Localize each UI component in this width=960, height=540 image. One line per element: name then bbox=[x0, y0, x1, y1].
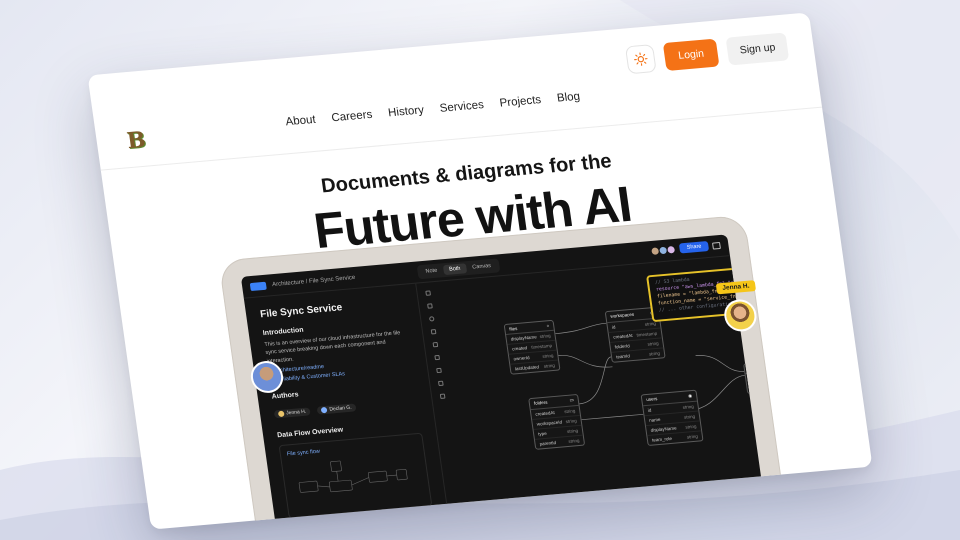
frame-tool-icon[interactable] bbox=[437, 380, 444, 387]
topbar-actions: Share bbox=[650, 240, 721, 256]
table-files[interactable]: files ○ displayName string created timestam… bbox=[503, 319, 561, 375]
tab-both[interactable]: Both bbox=[442, 263, 468, 276]
nav-link-history[interactable]: History bbox=[387, 104, 424, 119]
nav-links: About Careers History Services Projects … bbox=[285, 91, 581, 129]
ellipse-tool-icon[interactable] bbox=[428, 316, 435, 322]
tab-canvas[interactable]: Canvas bbox=[466, 261, 498, 274]
tab-note[interactable]: Note bbox=[419, 265, 444, 277]
text-tool-icon[interactable] bbox=[435, 367, 442, 374]
flow-embed[interactable]: File sync flow bbox=[278, 432, 433, 519]
device-frame: Architecture / File Sync Service Note Bo… bbox=[218, 214, 787, 530]
table-teams[interactable]: teams id name bbox=[743, 360, 767, 395]
diagram-canvas[interactable]: files ○ displayName string created timestam… bbox=[439, 256, 767, 529]
nav-actions: Login Sign up bbox=[624, 32, 790, 75]
table-header: teams bbox=[744, 361, 767, 375]
share-button[interactable]: Share bbox=[679, 241, 710, 254]
signup-button[interactable]: Sign up bbox=[725, 32, 790, 66]
nav-link-projects[interactable]: Projects bbox=[499, 94, 542, 110]
comment-icon[interactable] bbox=[711, 241, 721, 250]
author-chip[interactable]: Jenna H. bbox=[273, 407, 311, 419]
nav-link-services[interactable]: Services bbox=[439, 99, 485, 115]
login-button[interactable]: Login bbox=[662, 38, 720, 71]
rectangle-tool-icon[interactable] bbox=[426, 303, 433, 309]
browser-stage: B About Careers History Services Project… bbox=[87, 12, 873, 530]
author-name: Declan G. bbox=[329, 404, 353, 413]
table-users[interactable]: users ◉ id string name string displayName st… bbox=[640, 389, 704, 447]
author-name: Jenna H. bbox=[285, 408, 307, 417]
line-tool-icon[interactable] bbox=[432, 342, 438, 348]
theme-toggle-button[interactable] bbox=[624, 44, 657, 75]
nav-link-blog[interactable]: Blog bbox=[556, 91, 581, 105]
table-row: id bbox=[745, 371, 767, 385]
author-chip[interactable]: Declan G. bbox=[316, 403, 357, 415]
app-screen: Architecture / File Sync Service Note Bo… bbox=[240, 234, 767, 530]
nav-link-about[interactable]: About bbox=[285, 114, 317, 129]
arrow-tool-icon[interactable] bbox=[430, 329, 436, 335]
table-folders[interactable]: folders ▭ createdAt string workspaceId stri… bbox=[528, 393, 586, 450]
flow-mini-diagram bbox=[298, 460, 408, 493]
pen-tool-icon[interactable] bbox=[433, 354, 440, 361]
browser-window: B About Careers History Services Project… bbox=[87, 12, 873, 530]
breadcrumb[interactable]: Architecture / File Sync Service bbox=[272, 274, 356, 287]
sun-icon bbox=[633, 52, 648, 66]
nav-link-careers[interactable]: Careers bbox=[331, 109, 373, 124]
avatar bbox=[666, 244, 677, 255]
doc-title: File Sync Service bbox=[259, 302, 344, 321]
app-logo bbox=[249, 281, 267, 291]
brand-logo[interactable]: B bbox=[125, 127, 147, 154]
select-tool-icon[interactable] bbox=[424, 290, 431, 296]
view-mode-tabs: Note Both Canvas bbox=[416, 258, 500, 280]
image-tool-icon[interactable] bbox=[439, 393, 445, 399]
table-row: name bbox=[751, 384, 764, 391]
